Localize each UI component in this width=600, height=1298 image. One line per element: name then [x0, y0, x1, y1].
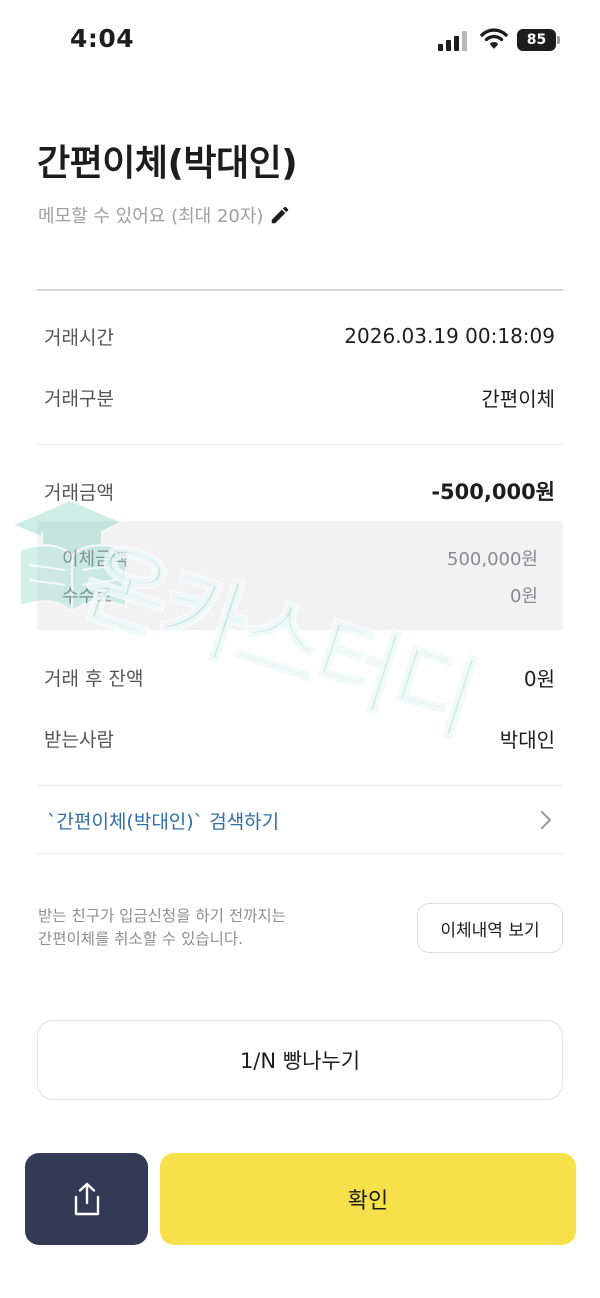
- status-time: 4:04: [70, 24, 135, 53]
- balance-value: 0원: [523, 666, 555, 691]
- wifi-icon: [480, 28, 508, 49]
- time-value: 2026.03.19 00:18:09: [344, 324, 555, 348]
- time-label: 거래시간: [44, 326, 114, 349]
- memo-placeholder: 메모할 수 있어요 (최대 20자): [38, 206, 264, 227]
- memo-edit[interactable]: 메모할 수 있어요 (최대 20자): [38, 201, 291, 229]
- transfer-value: 500,000원: [447, 549, 538, 570]
- type-value: 간편이체: [481, 386, 555, 411]
- status-bar: 4:04 85: [0, 0, 600, 80]
- view-history-button[interactable]: 이체내역 보기: [417, 903, 563, 953]
- search-transfer-link[interactable]: `간편이체(박대인)` 검색하기: [37, 787, 563, 853]
- transfer-label: 이체금액: [62, 549, 129, 570]
- chevron-right-icon: [541, 811, 551, 829]
- search-divider-top: [37, 785, 563, 786]
- search-divider-bottom: [37, 853, 563, 854]
- fee-label: 수수료: [62, 586, 112, 607]
- battery-tip: [557, 36, 560, 44]
- detail-row-type: 거래구분 간편이체: [44, 382, 555, 412]
- detail-row-balance: 거래 후 잔액 0원: [44, 662, 555, 692]
- recipient-value: 박대인: [499, 727, 555, 752]
- amount-value: -500,000원: [431, 480, 555, 504]
- detail-row-recipient: 받는사람 박대인: [44, 723, 555, 753]
- notice-line-1: 받는 친구가 입금신청을 하기 전까지는: [38, 907, 286, 925]
- amount-label: 거래금액: [44, 481, 114, 504]
- fee-value: 0원: [509, 586, 538, 607]
- balance-label: 거래 후 잔액: [44, 667, 144, 690]
- section-divider: [37, 444, 563, 445]
- share-icon: [74, 1182, 99, 1216]
- detail-row-fee: 수수료 0원: [62, 581, 538, 609]
- detail-row-transfer: 이체금액 500,000원: [62, 544, 538, 572]
- amount-breakdown: [37, 521, 563, 630]
- cancel-notice: 받는 친구가 입금신청을 하기 전까지는 간편이체를 취소할 수 있습니다.: [38, 905, 338, 951]
- detail-row-amount: 거래금액 -500,000원: [44, 476, 555, 506]
- battery-indicator: 85: [517, 29, 561, 51]
- page-title: 간편이체(박대인): [37, 143, 298, 184]
- split-bill-button[interactable]: 1/N 빵나누기: [37, 1020, 563, 1100]
- header-divider: [37, 289, 563, 291]
- share-button[interactable]: [25, 1153, 148, 1245]
- search-link-text: `간편이체(박대인)` 검색하기: [47, 810, 280, 833]
- notice-line-2: 간편이체를 취소할 수 있습니다.: [38, 930, 244, 948]
- detail-row-time: 거래시간 2026.03.19 00:18:09: [44, 321, 555, 351]
- type-label: 거래구분: [44, 387, 114, 410]
- signal-icon: [438, 31, 467, 51]
- pencil-icon[interactable]: [269, 204, 291, 226]
- battery-level: 85: [517, 29, 556, 51]
- recipient-label: 받는사람: [44, 728, 114, 751]
- confirm-button[interactable]: 확인: [160, 1153, 576, 1245]
